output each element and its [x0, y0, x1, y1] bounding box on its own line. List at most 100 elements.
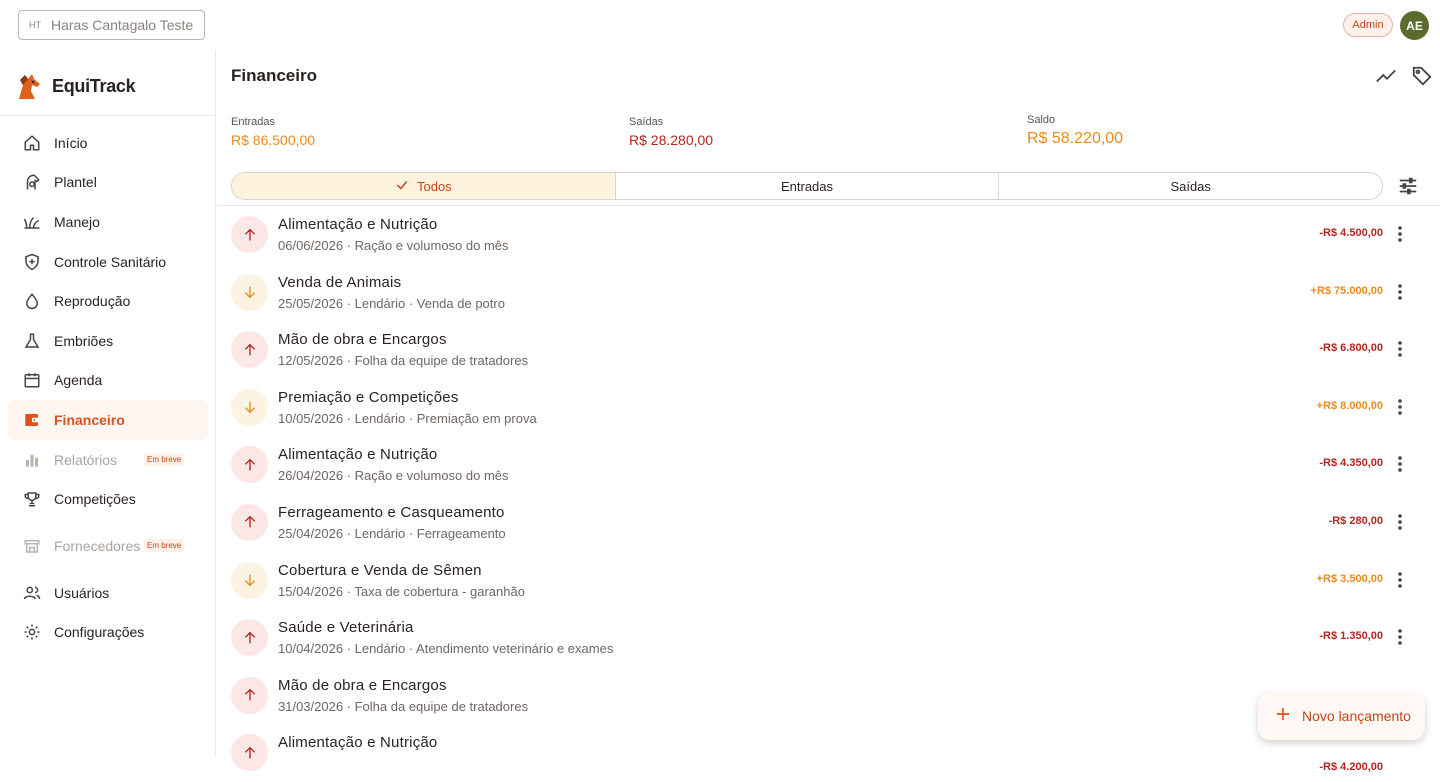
more-vert-icon[interactable] [1390, 627, 1410, 647]
brand[interactable]: EquiTrack [14, 70, 136, 102]
transaction-title: Cobertura e Venda de Sêmen [278, 561, 482, 579]
gear-icon [22, 622, 42, 642]
transaction-row[interactable]: Alimentação e Nutrição 26/04/2026 · Raçã… [217, 436, 1440, 494]
sidebar-item-reproducao[interactable]: Reprodução [8, 281, 208, 321]
summary-label: Saldo [1027, 114, 1056, 126]
sidebar: EquiTrack Início Plantel Manejo Controle… [0, 50, 216, 756]
transaction-amount: -R$ 280,00 [1328, 514, 1383, 527]
trophy-icon [22, 489, 42, 509]
sidebar-item-plantel[interactable]: Plantel [8, 163, 208, 203]
tab-label: Entradas [780, 178, 834, 194]
bar-chart-icon [22, 450, 42, 470]
transaction-row[interactable]: Cobertura e Venda de Sêmen 15/04/2026 · … [217, 552, 1440, 610]
more-vert-icon[interactable] [1390, 339, 1410, 359]
arrow-up-icon [231, 331, 268, 369]
sidebar-item-agenda[interactable]: Agenda [8, 361, 208, 401]
sidebar-item-configuracoes[interactable]: Configurações [8, 613, 208, 653]
summary-entradas: Entradas R$ 86.500,00 [231, 116, 315, 148]
transaction-title: Mão de obra e Encargos [278, 676, 447, 694]
sidebar-item-label: Início [54, 134, 88, 151]
sidebar-item-label: Usuários [54, 584, 110, 601]
sidebar-item-controle-sanitario[interactable]: Controle Sanitário [8, 242, 208, 282]
transaction-title: Venda de Animais [278, 273, 402, 291]
flask-icon [22, 331, 42, 351]
plus-icon [1274, 705, 1292, 727]
sidebar-item-label: Fornecedores [54, 537, 141, 554]
transaction-title: Premiação e Competições [278, 388, 459, 406]
transaction-title: Mão de obra e Encargos [278, 331, 447, 349]
more-vert-icon[interactable] [1390, 282, 1410, 302]
transaction-subtitle: 12/05/2026 · Folha da equipe de tratador… [278, 353, 529, 369]
transaction-subtitle: 31/03/2026 · Folha da equipe de tratador… [278, 698, 529, 714]
transaction-list: Alimentação e Nutrição 06/06/2026 · Raçã… [217, 206, 1440, 782]
sidebar-item-embrioes[interactable]: Embriões [8, 321, 208, 361]
horse-head-icon [19, 74, 40, 99]
tab-label: Todos [416, 178, 452, 194]
tab-entradas[interactable]: Entradas [616, 173, 1000, 199]
sidebar-item-usuarios[interactable]: Usuários [8, 573, 208, 613]
arrow-down-icon [231, 273, 268, 311]
transaction-row[interactable]: Alimentação e Nutrição -R$ 4.200,00 [217, 724, 1440, 782]
more-vert-icon[interactable] [1390, 224, 1410, 244]
filter-tabs: Todos Entradas Saídas [231, 172, 1383, 200]
transaction-subtitle: 10/04/2026 · Lendário · Atendimento vete… [278, 641, 614, 657]
divider [0, 115, 216, 116]
arrow-down-icon [231, 388, 268, 426]
new-entry-button[interactable]: Novo lançamento [1258, 692, 1425, 740]
more-vert-icon[interactable] [1390, 512, 1410, 532]
wallet-icon [22, 410, 42, 430]
sidebar-item-competicoes[interactable]: Competições [8, 479, 208, 519]
sidebar-item-inicio[interactable]: Início [8, 123, 208, 163]
transaction-row[interactable]: Premiação e Competições 10/05/2026 · Len… [217, 379, 1440, 437]
transaction-subtitle: 25/04/2026 · Lendário · Ferrageamento [278, 525, 506, 541]
brand-name: EquiTrack [52, 75, 136, 96]
main-content: Financeiro Entradas R$ 86.500,00 Saídas … [217, 50, 1440, 773]
sidebar-item-label: Controle Sanitário [54, 253, 167, 270]
tag-icon[interactable] [1411, 65, 1433, 87]
sidebar-item-label: Agenda [54, 372, 103, 389]
transaction-row[interactable]: Ferrageamento e Casqueamento 25/04/2026 … [217, 494, 1440, 552]
farm-selector[interactable]: HT Haras Cantagalo Teste [18, 10, 205, 40]
tab-todos[interactable]: Todos [232, 173, 616, 199]
transaction-amount: -R$ 4.350,00 [1319, 457, 1383, 470]
avatar[interactable]: AE [1400, 11, 1429, 40]
more-vert-icon[interactable] [1390, 454, 1410, 474]
transaction-row[interactable]: Saúde e Veterinária 10/04/2026 · Lendári… [217, 609, 1440, 667]
summary-saldo: Saldo R$ 58.220,00 [1027, 114, 1123, 148]
tab-label: Saídas [1170, 178, 1211, 194]
sidebar-item-label: Configurações [54, 624, 145, 641]
filter-settings-icon[interactable] [1397, 175, 1419, 197]
shield-plus-icon [22, 252, 42, 272]
trend-icon[interactable] [1375, 65, 1397, 87]
users-icon [22, 583, 42, 603]
coming-soon-badge: Em breve [144, 453, 185, 467]
transaction-subtitle: 25/05/2026 · Lendário · Venda de potro [278, 295, 505, 311]
transaction-title: Alimentação e Nutrição [278, 446, 438, 464]
sidebar-item-label: Manejo [54, 213, 100, 230]
farm-initials: HT [29, 20, 41, 30]
sidebar-nav: Início Plantel Manejo Controle Sanitário… [8, 123, 208, 652]
arrow-up-icon [231, 503, 268, 541]
grass-icon [22, 212, 42, 232]
sidebar-item-label: Competições [54, 491, 136, 508]
transaction-row[interactable]: Venda de Animais 25/05/2026 · Lendário ·… [217, 264, 1440, 322]
transaction-subtitle: 10/05/2026 · Lendário · Premiação em pro… [278, 410, 537, 426]
transaction-title: Alimentação e Nutrição [278, 216, 438, 233]
sidebar-item-label: Financeiro [54, 411, 125, 428]
more-vert-icon[interactable] [1390, 397, 1410, 417]
sidebar-item-manejo[interactable]: Manejo [8, 202, 208, 242]
summary-value: R$ 28.280,00 [629, 132, 714, 148]
transaction-row[interactable]: Mão de obra e Encargos 12/05/2026 · Folh… [217, 321, 1440, 379]
sidebar-item-relatorios: Relatórios Em breve [8, 440, 208, 480]
sidebar-item-financeiro[interactable]: Financeiro [8, 400, 208, 440]
transaction-row[interactable]: Mão de obra e Encargos 31/03/2026 · Folh… [217, 667, 1440, 725]
sidebar-item-fornecedores: Fornecedores Em breve [8, 519, 208, 573]
more-vert-icon[interactable] [1390, 570, 1410, 590]
transaction-amount: -R$ 6.800,00 [1319, 342, 1383, 355]
transaction-amount: +R$ 8.000,00 [1316, 399, 1383, 412]
summary-label: Entradas [231, 116, 276, 128]
tab-saidas[interactable]: Saídas [999, 173, 1382, 199]
transaction-row[interactable]: Alimentação e Nutrição 06/06/2026 · Raçã… [217, 206, 1440, 264]
top-bar: HT Haras Cantagalo Teste Admin AE [0, 0, 1440, 50]
arrow-down-icon [231, 561, 268, 599]
